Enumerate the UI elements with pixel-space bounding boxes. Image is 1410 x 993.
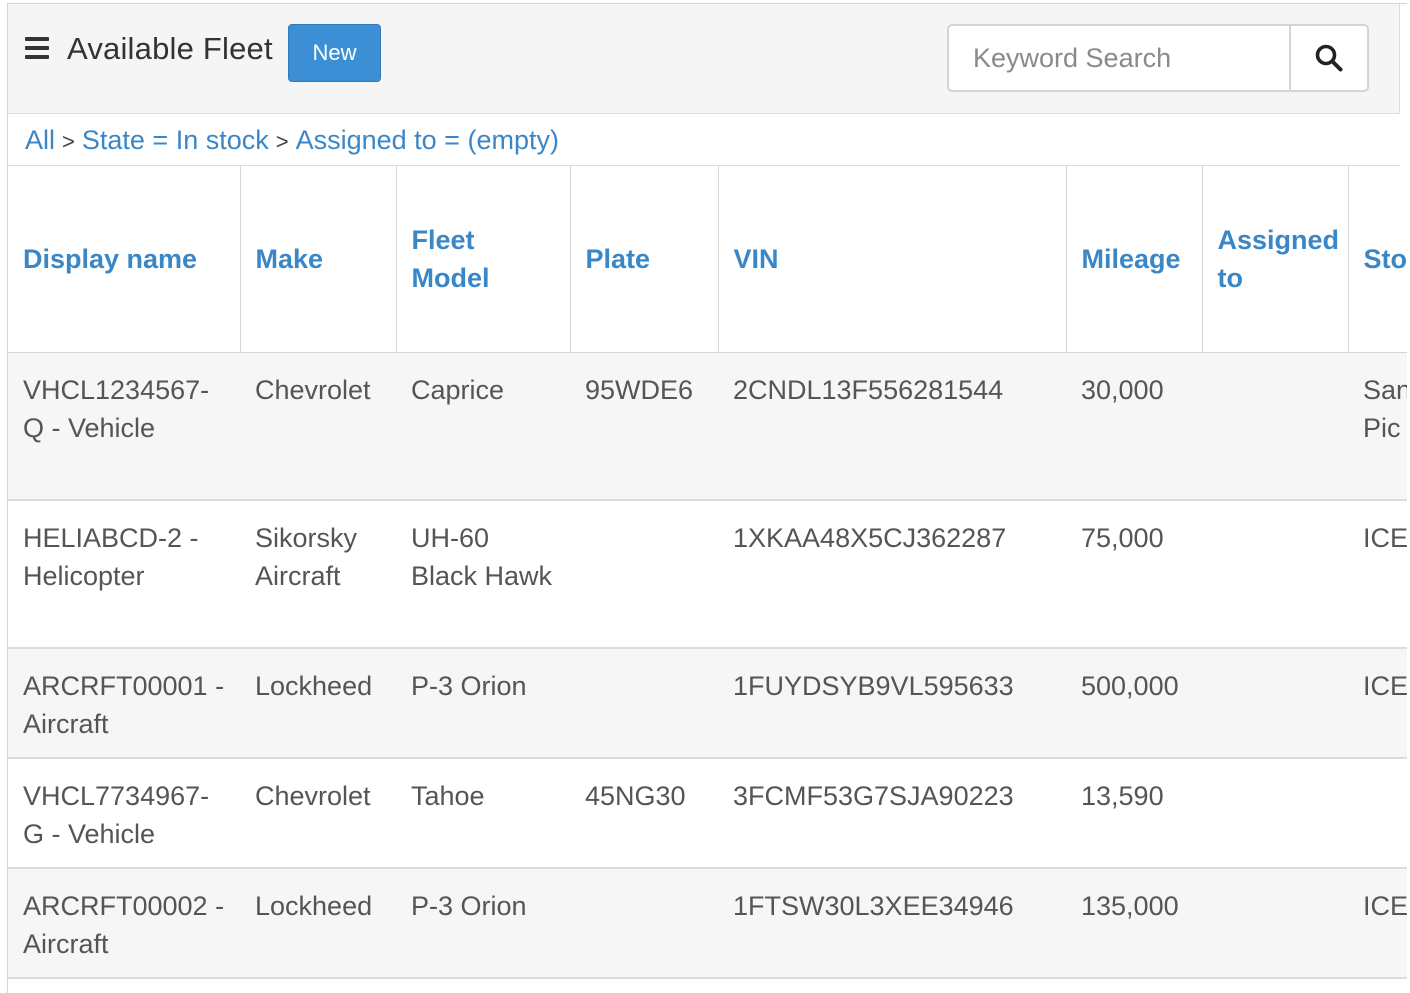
table-row[interactable]: ARCRFT00001 - Aircraft Lockheed P-3 Orio… bbox=[8, 648, 1407, 759]
fleet-table: Display name Make Fleet Model Plate VIN … bbox=[8, 166, 1407, 979]
cell-vin: 1FTSW30L3XEE34946 bbox=[718, 868, 1066, 979]
table-row[interactable]: VHCL1234567-Q - Vehicle Chevrolet Capric… bbox=[8, 352, 1407, 501]
list-header: Available Fleet New bbox=[8, 4, 1400, 114]
cell-plate: 45NG30 bbox=[570, 758, 718, 869]
breadcrumb-all[interactable]: All bbox=[25, 125, 55, 155]
column-header-fleet-model[interactable]: Fleet Model bbox=[396, 166, 571, 353]
cell-stockroom: ICE bbox=[1348, 648, 1407, 759]
cell-vin: 3FCMF53G7SJA90223 bbox=[718, 758, 1066, 869]
cell-mileage: 500,000 bbox=[1066, 648, 1202, 759]
cell-display-name[interactable]: ARCRFT00002 - Aircraft bbox=[8, 868, 240, 979]
cell-stockroom: ICE bbox=[1348, 868, 1407, 979]
cell-assigned-to bbox=[1202, 868, 1348, 979]
cell-fleet-model: UH-60 Black Hawk bbox=[396, 500, 570, 649]
cell-make: Lockheed bbox=[240, 648, 396, 759]
hamburger-menu-icon[interactable] bbox=[25, 37, 49, 61]
cell-mileage: 13,590 bbox=[1066, 758, 1202, 869]
cell-fleet-model: Tahoe bbox=[396, 758, 570, 869]
breadcrumb-state-filter[interactable]: State = In stock bbox=[82, 125, 269, 155]
cell-make: Sikorsky Aircraft bbox=[240, 500, 396, 649]
breadcrumb-separator: > bbox=[62, 129, 75, 154]
cell-assigned-to bbox=[1202, 648, 1348, 759]
cell-plate bbox=[570, 868, 718, 979]
cell-display-name[interactable]: HELIABCD-2 - Helicopter bbox=[8, 500, 240, 649]
cell-make: Lockheed bbox=[240, 868, 396, 979]
cell-plate bbox=[570, 648, 718, 759]
cell-display-name[interactable]: VHCL7734967-G - Vehicle bbox=[8, 758, 240, 869]
cell-vin: 1FUYDSYB9VL595633 bbox=[718, 648, 1066, 759]
column-header-display-name[interactable]: Display name bbox=[8, 166, 241, 353]
table-row[interactable]: ARCRFT00002 - Aircraft Lockheed P-3 Orio… bbox=[8, 868, 1407, 979]
list-panel: Available Fleet New All>State = In stock… bbox=[7, 3, 1407, 993]
column-header-vin[interactable]: VIN bbox=[718, 166, 1067, 353]
cell-assigned-to bbox=[1202, 758, 1348, 869]
magnifier-icon bbox=[1315, 44, 1343, 72]
cell-plate: 95WDE6 bbox=[570, 352, 718, 501]
cell-plate bbox=[570, 500, 718, 649]
column-header-assigned-to[interactable]: Assigned to bbox=[1202, 166, 1349, 353]
table-header-row: Display name Make Fleet Model Plate VIN … bbox=[8, 166, 1407, 353]
breadcrumb-separator: > bbox=[275, 129, 289, 154]
cell-display-name[interactable]: VHCL1234567-Q - Vehicle bbox=[8, 352, 240, 501]
new-button[interactable]: New bbox=[288, 24, 381, 82]
column-header-plate[interactable]: Plate bbox=[570, 166, 719, 353]
cell-fleet-model: P-3 Orion bbox=[396, 868, 570, 979]
cell-make: Chevrolet bbox=[240, 758, 396, 869]
table-row[interactable]: VHCL7734967-G - Vehicle Chevrolet Tahoe … bbox=[8, 758, 1407, 869]
column-header-make[interactable]: Make bbox=[240, 166, 397, 353]
keyword-search-input[interactable] bbox=[949, 26, 1289, 90]
cell-stockroom bbox=[1348, 758, 1407, 869]
search-box bbox=[947, 24, 1369, 92]
cell-mileage: 30,000 bbox=[1066, 352, 1202, 501]
cell-fleet-model: P-3 Orion bbox=[396, 648, 570, 759]
table-row[interactable]: HELIABCD-2 - Helicopter Sikorsky Aircraf… bbox=[8, 500, 1407, 649]
cell-stockroom: ICE bbox=[1348, 500, 1407, 649]
breadcrumb-assigned-filter[interactable]: Assigned to = (empty) bbox=[296, 125, 559, 155]
column-header-stockroom[interactable]: Sto bbox=[1348, 166, 1407, 353]
cell-display-name[interactable]: ARCRFT00001 - Aircraft bbox=[8, 648, 240, 759]
cell-mileage: 75,000 bbox=[1066, 500, 1202, 649]
column-header-mileage[interactable]: Mileage bbox=[1066, 166, 1203, 353]
cell-stockroom: San Bor Pic bbox=[1348, 352, 1407, 501]
cell-assigned-to bbox=[1202, 500, 1348, 649]
cell-assigned-to bbox=[1202, 352, 1348, 501]
cell-fleet-model: Caprice bbox=[396, 352, 570, 501]
breadcrumb: All > State = In stock > Assigned to = (empt… bbox=[8, 114, 1400, 166]
cell-make: Chevrolet bbox=[240, 352, 396, 501]
cell-vin: 1XKAA48X5CJ362287 bbox=[718, 500, 1066, 649]
cell-mileage: 135,000 bbox=[1066, 868, 1202, 979]
page-title: Available Fleet bbox=[67, 31, 273, 66]
search-button[interactable] bbox=[1289, 26, 1367, 90]
cell-vin: 2CNDL13F556281544 bbox=[718, 352, 1066, 501]
